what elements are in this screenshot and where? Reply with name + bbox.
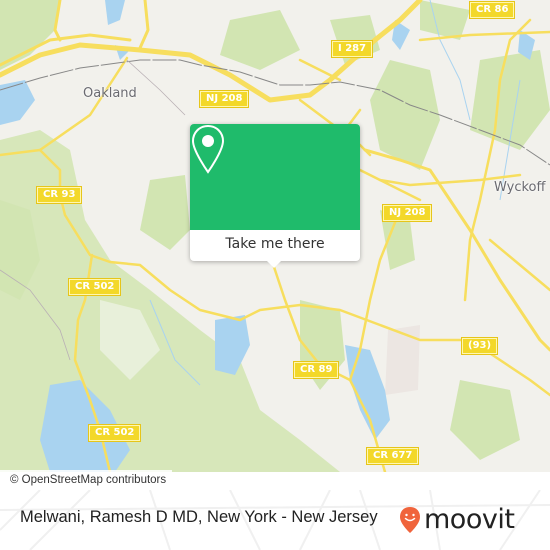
map[interactable]: Oakland Wyckoff CR 86 I 287 NJ 208 NJ 20… xyxy=(0,0,550,472)
road-shield-93: (93) xyxy=(462,338,498,354)
footer: Melwani, Ramesh D MD, New York - New Jer… xyxy=(0,490,550,550)
location-popup: Take me there xyxy=(190,124,360,268)
road-shield-i287: I 287 xyxy=(332,41,373,57)
road-shield-nj208: NJ 208 xyxy=(383,205,432,221)
popup-header xyxy=(190,124,360,230)
road-shield-cr677: CR 677 xyxy=(367,448,419,464)
moovit-logo[interactable]: moovit xyxy=(399,502,515,538)
map-attribution[interactable]: © OpenStreetMap contributors xyxy=(0,470,173,490)
popup-pointer xyxy=(266,260,282,268)
place-label-oakland: Oakland xyxy=(83,86,137,101)
take-me-there-button[interactable]: Take me there xyxy=(190,230,360,261)
road-shield-cr502: CR 502 xyxy=(89,425,141,441)
road-shield-cr502: CR 502 xyxy=(69,279,121,295)
road-shield-nj208: NJ 208 xyxy=(200,91,249,107)
location-title: Melwani, Ramesh D MD, New York - New Jer… xyxy=(20,508,378,526)
map-pin-icon xyxy=(191,124,225,174)
place-label-wyckoff: Wyckoff xyxy=(494,180,546,195)
road-shield-cr93: CR 93 xyxy=(37,187,82,203)
road-shield-cr89: CR 89 xyxy=(294,362,339,378)
moovit-smiley-pin-icon xyxy=(400,507,420,533)
developed-area xyxy=(385,325,420,395)
road-shield-cr86: CR 86 xyxy=(470,2,515,18)
moovit-logo-text: moovit xyxy=(424,504,515,535)
